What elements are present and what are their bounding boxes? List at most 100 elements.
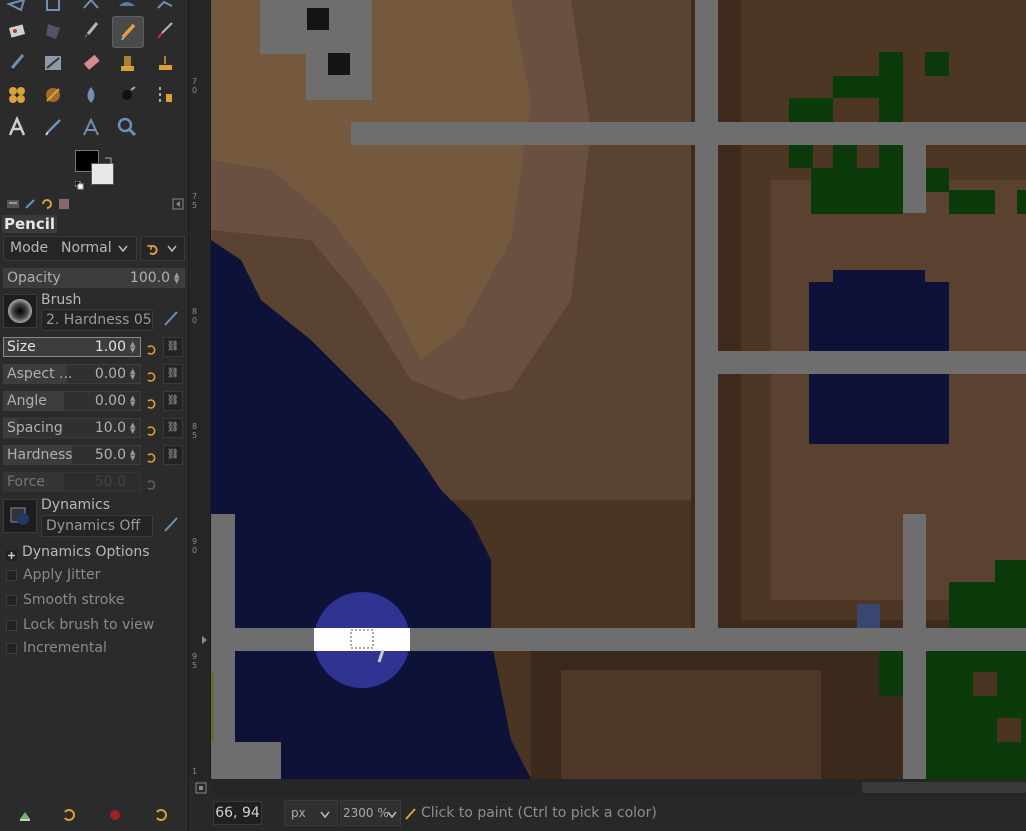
spin-arrows-icon[interactable]: ▲ ▼ [130, 341, 138, 354]
undo-history-tab-icon[interactable] [40, 196, 54, 210]
incremental-checkbox[interactable] [6, 643, 17, 654]
apply-jitter-checkbox[interactable] [6, 570, 17, 581]
ruler-label: 1 [192, 767, 198, 776]
link-size-icon[interactable]: ⛓ [163, 337, 183, 357]
ink-tool-icon[interactable] [4, 50, 30, 76]
dynamics-options-label[interactable]: Dynamics Options [22, 544, 150, 560]
reset-angle-icon[interactable] [145, 395, 157, 409]
free-select-tool-icon[interactable] [4, 0, 30, 18]
mypaint-brush-tool-icon[interactable] [40, 50, 66, 76]
eraser-tool-icon[interactable] [78, 50, 104, 76]
dynamics-preview[interactable] [3, 499, 37, 533]
mode-combo[interactable]: Mode Normal [3, 236, 137, 261]
dock-tabs [3, 196, 185, 212]
save-options-icon[interactable] [17, 807, 33, 823]
spin-arrows-icon[interactable]: ▲ ▼ [130, 422, 138, 435]
reset-hardness-icon[interactable] [145, 449, 157, 463]
spacing-slider[interactable]: Spacing 10.0 ▲ ▼ [3, 418, 141, 438]
spacing-label: Spacing [7, 420, 63, 436]
tool-options-tab-icon[interactable] [6, 196, 20, 210]
edit-dynamics-icon[interactable] [160, 515, 180, 539]
brush-name-field[interactable]: 2. Hardness 05 [41, 309, 153, 331]
edit-brush-icon[interactable] [160, 309, 180, 333]
horizontal-scrollbar[interactable] [211, 779, 1026, 796]
zoom-tool-icon[interactable] [114, 114, 140, 140]
navigate-icon[interactable] [194, 780, 208, 794]
reset-arrow-icon [146, 242, 160, 261]
crop-tool-icon[interactable] [40, 0, 66, 18]
dodge-burn-tool-icon[interactable] [40, 82, 66, 108]
clone-tool-icon[interactable] [114, 50, 140, 76]
delete-options-icon[interactable] [107, 807, 123, 823]
hardness-slider[interactable]: Hardness 50.0 ▲ ▼ [3, 445, 141, 465]
reset-spacing-icon[interactable] [145, 422, 157, 436]
airbrush-tool-icon[interactable] [152, 18, 178, 44]
toolbox-panel: Pencil Mode Normal Opacity 100.0 ▲ ▼ Brus… [0, 0, 189, 831]
expand-plus-icon[interactable] [6, 546, 17, 561]
color-select-tool-icon[interactable] [40, 18, 66, 44]
brush-preview[interactable] [3, 294, 37, 328]
angle-value: 0.00 [94, 393, 126, 409]
spin-arrows-icon[interactable]: ▲ ▼ [130, 449, 138, 462]
spin-arrows-icon[interactable]: ▲ ▼ [130, 368, 138, 381]
paths-tool-icon[interactable] [78, 114, 104, 140]
link-hardness-icon[interactable]: ⛓ [163, 445, 183, 465]
background-color-swatch[interactable] [91, 163, 114, 185]
chevron-down-icon [386, 806, 398, 830]
reverse-mode-combo[interactable] [140, 236, 185, 261]
ruler-label: 80 [192, 307, 198, 325]
chevron-down-icon [166, 241, 178, 260]
dynamics-name: Dynamics Off [46, 518, 141, 534]
swap-colors-icon[interactable] [104, 150, 112, 164]
brush-name: 2. Hardness 05 [46, 312, 152, 328]
paintbrush-tool-icon[interactable] [78, 18, 104, 44]
measure-tool-icon[interactable] [114, 82, 140, 108]
smooth-stroke-label: Smooth stroke [23, 592, 125, 608]
heal-tool-icon[interactable] [152, 50, 178, 76]
configure-tab-icon[interactable] [171, 196, 185, 210]
default-colors-icon[interactable] [74, 175, 84, 190]
zoom-value: 2300 % [343, 806, 389, 820]
brush-label: Brush [41, 292, 82, 308]
reset-options-icon[interactable] [153, 807, 169, 823]
link-aspect-icon[interactable]: ⛓ [163, 364, 183, 384]
image-canvas[interactable] [211, 0, 1026, 779]
restore-options-icon[interactable] [61, 807, 77, 823]
ruler-label: 75 [192, 192, 198, 210]
smooth-stroke-checkbox[interactable] [6, 595, 17, 606]
link-spacing-icon[interactable]: ⛓ [163, 418, 183, 438]
opacity-slider[interactable]: Opacity 100.0 ▲ ▼ [3, 268, 185, 288]
tool-options-title: Pencil [2, 215, 58, 233]
size-slider[interactable]: Size 1.00 ▲ ▼ [3, 337, 141, 357]
reset-size-icon[interactable] [145, 341, 157, 355]
unit-select[interactable]: px [284, 800, 338, 826]
fuzzy-select-tool-icon[interactable] [4, 18, 30, 44]
device-status-tab-icon[interactable] [23, 196, 37, 210]
link-angle-icon[interactable]: ⛓ [163, 391, 183, 411]
reset-force-icon[interactable] [145, 476, 157, 490]
spin-arrows-icon[interactable]: ▲ ▼ [174, 272, 182, 285]
text-tool-icon[interactable] [4, 114, 30, 140]
apply-jitter-label: Apply Jitter [23, 567, 101, 583]
lock-brush-checkbox[interactable] [6, 620, 17, 631]
transform-tool-icon[interactable] [78, 0, 104, 18]
images-tab-icon[interactable] [57, 196, 71, 210]
aspect-slider[interactable]: Aspect ... 0.00 ▲ ▼ [3, 364, 141, 384]
ruler-label: 95 [192, 652, 198, 670]
mode-label: Mode [10, 240, 49, 256]
align-tool-icon[interactable] [152, 82, 178, 108]
reset-aspect-icon[interactable] [145, 368, 157, 382]
force-slider[interactable]: Force 50.0 [3, 472, 141, 492]
color-picker-tool-icon[interactable] [40, 114, 66, 140]
blur-tool-icon[interactable] [78, 82, 104, 108]
zoom-select[interactable]: 2300 % [340, 800, 401, 826]
scrollbar-thumb[interactable] [862, 782, 1026, 793]
angle-slider[interactable]: Angle 0.00 ▲ ▼ [3, 391, 141, 411]
dynamics-name-field[interactable]: Dynamics Off [41, 515, 153, 537]
smudge-tool-icon[interactable] [4, 82, 30, 108]
spin-arrows-icon[interactable]: ▲ ▼ [130, 395, 138, 408]
pencil-tool-icon[interactable] [112, 16, 144, 48]
vertical-ruler[interactable]: 70 75 80 85 90 95 1 [190, 0, 211, 780]
opacity-label: Opacity [7, 270, 61, 286]
cage-tool-icon[interactable] [152, 0, 178, 18]
